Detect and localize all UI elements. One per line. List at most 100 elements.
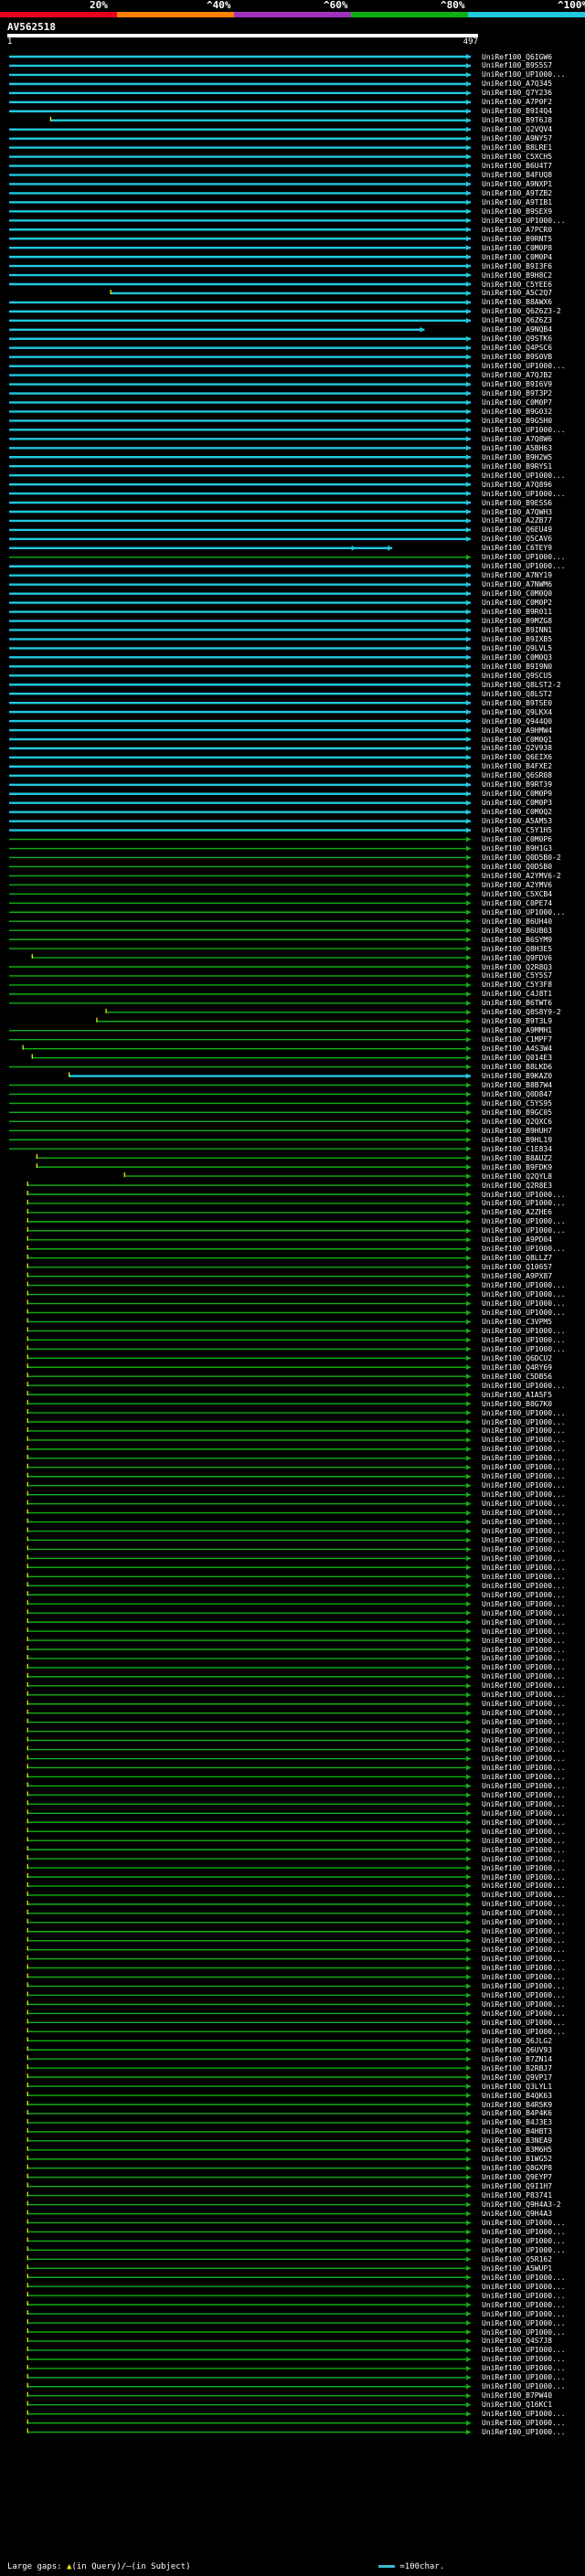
hit-label-link[interactable]: UniRef100_A5WUP1 [482, 2264, 552, 2273]
hit-label-link[interactable]: UniRef100_UP1000... [482, 1637, 566, 1645]
hit-label-link[interactable]: UniRef100_UP1000... [482, 1445, 566, 1453]
hit-label-link[interactable]: UniRef100_B9GC05 [482, 1108, 552, 1117]
hit-label-link[interactable]: UniRef100_UP1000... [482, 1290, 566, 1299]
hit-label-link[interactable]: UniRef100_UP1000... [482, 70, 566, 79]
hit-label-link[interactable]: UniRef100_B9FDK9 [482, 1163, 552, 1171]
hit-label-link[interactable]: UniRef100_B9SEX9 [482, 207, 552, 216]
hit-label-link[interactable]: UniRef100_UP1000... [482, 1281, 566, 1289]
hit-label-link[interactable]: UniRef100_Q6JLG2 [482, 2037, 552, 2045]
hit-label-link[interactable]: UniRef100_UP1000... [482, 2292, 566, 2300]
hit-label-link[interactable]: UniRef100_UP1000... [482, 1927, 566, 1935]
hit-label-link[interactable]: UniRef100_UP1000... [482, 1754, 566, 1763]
hit-label-link[interactable]: UniRef100_C0M0P2 [482, 599, 552, 607]
hit-label-link[interactable]: UniRef100_Q8LST2-2 [482, 681, 561, 689]
hit-label-link[interactable]: UniRef100_Q6DCU2 [482, 1354, 552, 1362]
hit-label-link[interactable]: UniRef100_A5AM53 [482, 817, 552, 825]
hit-label-link[interactable]: UniRef100_UP1000... [482, 1591, 566, 1599]
hit-label-link[interactable]: UniRef100_A7PCR0 [482, 226, 552, 234]
hit-label-link[interactable]: UniRef100_C0M0P7 [482, 398, 552, 407]
hit-label-link[interactable]: UniRef100_UP1000... [482, 1618, 566, 1627]
hit-label-link[interactable]: UniRef100_UP1000... [482, 490, 566, 498]
hit-label-link[interactable]: UniRef100_B4P4K6 [482, 2109, 552, 2117]
hit-label-link[interactable]: UniRef100_Q9H4A3-2 [482, 2200, 561, 2209]
hit-label-link[interactable]: UniRef100_UP1000... [482, 908, 566, 917]
hit-label-link[interactable]: UniRef100_C5XCB4 [482, 890, 552, 898]
hit-label-link[interactable]: UniRef100_A2YMV6 [482, 881, 552, 889]
hit-label-link[interactable]: UniRef100_C0M0Q0 [482, 589, 552, 598]
hit-label-link[interactable]: UniRef100_Q6UV93 [482, 2046, 552, 2054]
hit-label-link[interactable]: UniRef100_UP1000... [482, 562, 566, 570]
hit-label-link[interactable]: UniRef100_UP1000... [482, 1945, 566, 1954]
hit-label-link[interactable]: UniRef100_UP1000... [482, 1518, 566, 1526]
hit-label-link[interactable]: UniRef100_B7PW40 [482, 2391, 552, 2400]
hit-label-link[interactable]: UniRef100_B3M6H5 [482, 2146, 552, 2154]
hit-label-link[interactable]: UniRef100_B6UB03 [482, 927, 552, 935]
hit-label-link[interactable]: UniRef100_Q2R8E3 [482, 1182, 552, 1190]
hit-label-link[interactable]: UniRef100_B9I6V9 [482, 380, 552, 388]
hit-label-link[interactable]: UniRef100_UP1000... [482, 2355, 566, 2363]
hit-label-link[interactable]: UniRef100_Q0D847 [482, 1090, 552, 1098]
hit-label-link[interactable]: UniRef100_C0M0P9 [482, 790, 552, 798]
hit-label-link[interactable]: UniRef100_C0M0P4 [482, 253, 552, 261]
hit-label-link[interactable]: UniRef100_Q2VQV4 [482, 125, 552, 133]
hit-label-link[interactable]: UniRef100_UP1000... [482, 217, 566, 225]
hit-label-link[interactable]: UniRef100_A7QWH3 [482, 508, 552, 516]
hit-label-link[interactable]: UniRef100_Q0D5B0 [482, 863, 552, 871]
hit-label-link[interactable]: UniRef100_UP1000... [482, 1773, 566, 1781]
hit-label-link[interactable]: UniRef100_B9H8C2 [482, 271, 552, 280]
hit-label-link[interactable]: UniRef100_B9RT39 [482, 780, 552, 789]
hit-label-link[interactable]: UniRef100_Q9FDV6 [482, 954, 552, 962]
hit-label-link[interactable]: UniRef100_C0M0P8 [482, 244, 552, 252]
hit-label-link[interactable]: UniRef100_UP1000... [482, 1809, 566, 1818]
hit-label-link[interactable]: UniRef100_UP1000... [482, 2328, 566, 2337]
hit-label-link[interactable]: UniRef100_UP1000... [482, 2410, 566, 2418]
hit-label-link[interactable]: UniRef100_B4FUQ8 [482, 171, 552, 179]
hit-label-link[interactable]: UniRef100_UP1000... [482, 1818, 566, 1827]
hit-label-link[interactable]: UniRef100_B4J3E3 [482, 2118, 552, 2126]
hit-label-link[interactable]: UniRef100_A9NQB4 [482, 325, 552, 334]
hit-label-link[interactable]: UniRef100_UP1000... [482, 1900, 566, 1908]
hit-label-link[interactable]: UniRef100_A2YMV6-2 [482, 872, 561, 880]
hit-label-link[interactable]: UniRef100_UP1000... [482, 2000, 566, 2009]
hit-label-link[interactable]: UniRef100_UP1000... [482, 1582, 566, 1590]
hit-label-link[interactable]: UniRef100_UP1000... [482, 1891, 566, 1899]
hit-label-link[interactable]: UniRef100_A1A5F5 [482, 1391, 552, 1399]
hit-label-link[interactable]: UniRef100_C0PE74 [482, 899, 552, 907]
hit-label-link[interactable]: UniRef100_A7NWM6 [482, 580, 552, 588]
hit-label-link[interactable]: UniRef100_UP1000... [482, 1864, 566, 1872]
hit-label-link[interactable]: UniRef100_B8AUZ2 [482, 1154, 552, 1162]
hit-label-link[interactable]: UniRef100_C4J8T1 [482, 990, 552, 998]
hit-label-link[interactable]: UniRef100_B6TWT6 [482, 999, 552, 1007]
hit-label-link[interactable]: UniRef100_Q2V938 [482, 744, 552, 752]
hit-label-link[interactable]: UniRef100_UP1000... [482, 1955, 566, 1963]
hit-label-link[interactable]: UniRef100_B8AWX6 [482, 298, 552, 306]
hit-label-link[interactable]: UniRef100_Q9I1H7 [482, 2182, 552, 2190]
hit-label-link[interactable]: UniRef100_B4HBT3 [482, 2127, 552, 2136]
hit-label-link[interactable]: UniRef100_A9TIB1 [482, 198, 552, 207]
hit-label-link[interactable]: UniRef100_A7Q8W6 [482, 435, 552, 443]
hit-label-link[interactable]: UniRef100_Q9SCU5 [482, 672, 552, 680]
hit-label-link[interactable]: UniRef100_UP1000... [482, 1882, 566, 1890]
hit-label-link[interactable]: UniRef100_Q5R162 [482, 2255, 552, 2263]
hit-label-link[interactable]: UniRef100_UP1000... [482, 1982, 566, 1990]
hit-label-link[interactable]: UniRef100_UP1000... [482, 1800, 566, 1808]
hit-label-link[interactable]: UniRef100_A9TZB2 [482, 189, 552, 197]
hit-label-link[interactable]: UniRef100_UP1000... [482, 426, 566, 434]
hit-label-link[interactable]: UniRef100_UP1000... [482, 2428, 566, 2436]
hit-label-link[interactable]: UniRef100_B9HUH7 [482, 1127, 552, 1135]
hit-label-link[interactable]: UniRef100_UP1000... [482, 1336, 566, 1344]
hit-label-link[interactable]: UniRef100_C0M0Q3 [482, 653, 552, 662]
hit-label-link[interactable]: UniRef100_C3VPM5 [482, 1318, 552, 1326]
hit-label-link[interactable]: UniRef100_UP1000... [482, 2019, 566, 2027]
hit-label-link[interactable]: UniRef100_UP1000... [482, 1936, 566, 1945]
hit-label-link[interactable]: UniRef100_P83741 [482, 2191, 552, 2200]
hit-label-link[interactable]: UniRef100_UP1000... [482, 2364, 566, 2372]
hit-label-link[interactable]: UniRef100_B9T6J8 [482, 116, 552, 124]
hit-label-link[interactable]: UniRef100_Q6EIX6 [482, 753, 552, 761]
hit-label-link[interactable]: UniRef100_Q2QXC6 [482, 1118, 552, 1126]
hit-label-link[interactable]: UniRef100_B9I4Q4 [482, 107, 552, 115]
hit-label-link[interactable]: UniRef100_UP1000... [482, 1663, 566, 1671]
hit-label-link[interactable]: UniRef100_UP1000... [482, 2028, 566, 2036]
hit-label-link[interactable]: UniRef100_B2RBJ7 [482, 2064, 552, 2072]
hit-label-link[interactable]: UniRef100_UP1000... [482, 1345, 566, 1353]
